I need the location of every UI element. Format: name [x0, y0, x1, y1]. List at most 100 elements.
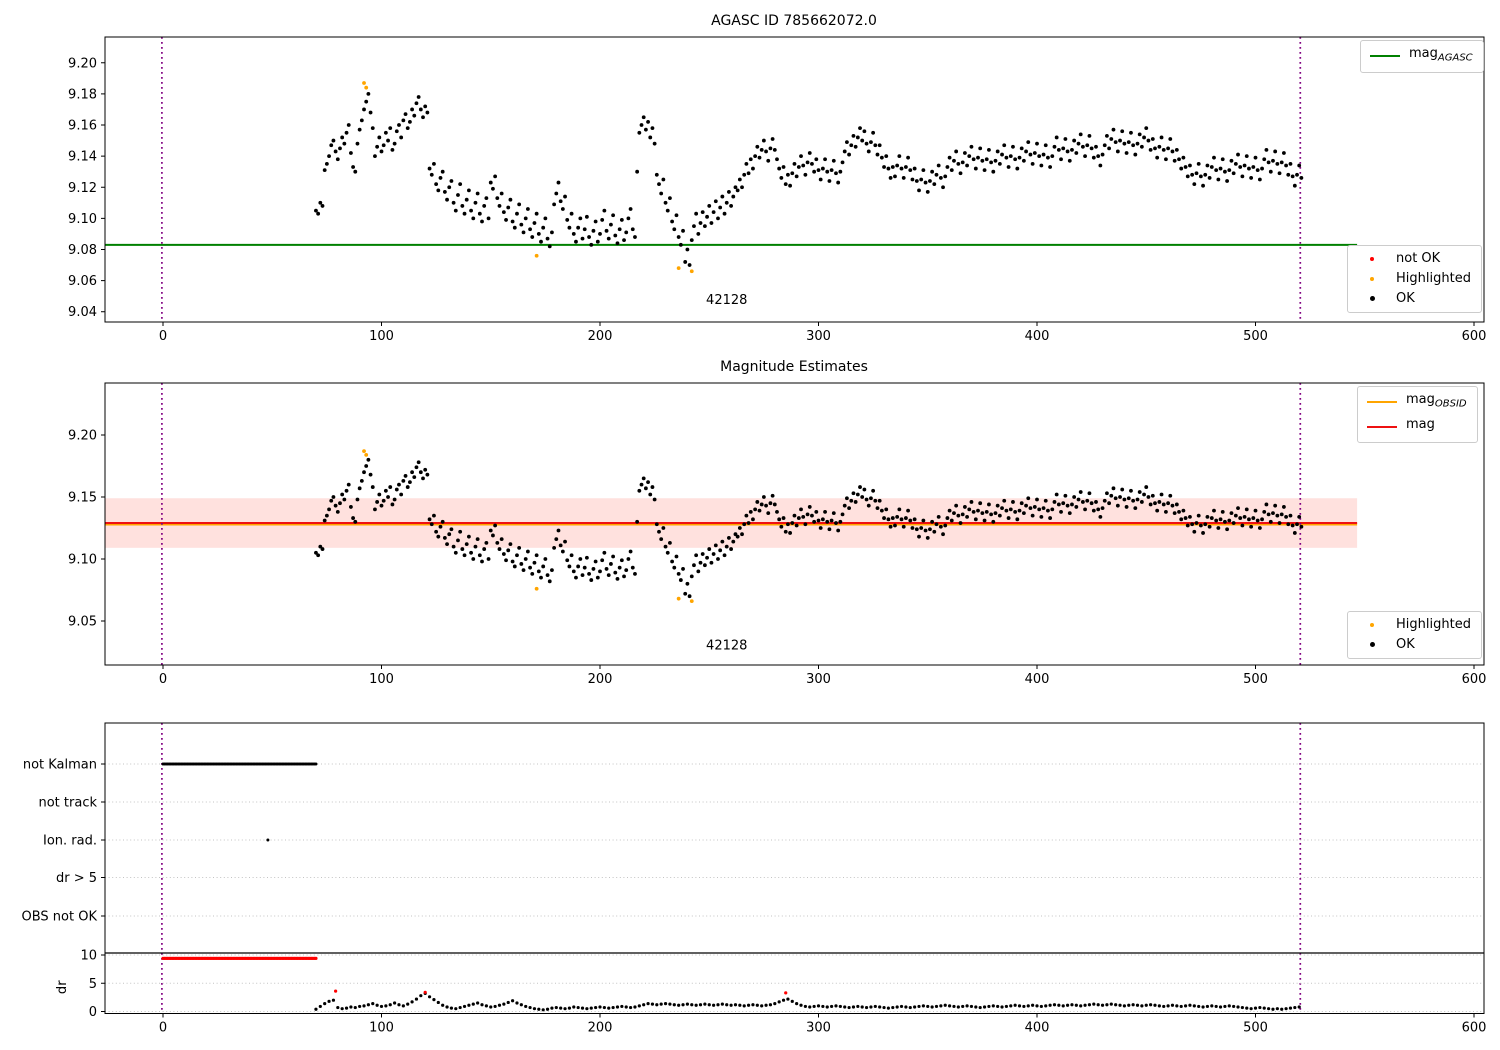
data-point — [1026, 496, 1031, 501]
data-point — [845, 140, 849, 145]
data-point — [383, 488, 388, 493]
data-point — [329, 143, 334, 148]
data-point — [445, 542, 449, 547]
data-point — [847, 506, 851, 511]
data-point — [921, 168, 926, 173]
data-point — [394, 487, 399, 492]
data-point — [779, 176, 784, 180]
data-point — [801, 514, 806, 519]
tick-label: 9.04 — [68, 305, 97, 320]
data-point — [685, 581, 690, 586]
data-point — [1113, 140, 1118, 145]
data-point — [375, 144, 380, 149]
data-point — [866, 149, 871, 154]
data-point — [375, 1003, 379, 1007]
data-point — [423, 990, 427, 994]
data-point — [1275, 1007, 1279, 1011]
data-point — [687, 594, 692, 599]
data-point — [462, 553, 467, 558]
data-point — [825, 1005, 829, 1009]
data-point — [359, 118, 364, 123]
data-point — [1223, 519, 1227, 524]
data-point — [547, 244, 552, 249]
data-point — [591, 228, 596, 233]
data-point — [394, 129, 399, 134]
data-point — [598, 569, 602, 574]
data-point — [567, 1006, 572, 1010]
data-point — [751, 517, 755, 522]
data-point — [1288, 513, 1293, 518]
data-point — [672, 1003, 676, 1007]
data-point — [877, 498, 882, 503]
data-point — [421, 476, 425, 481]
data-point — [633, 235, 637, 239]
data-point — [895, 1005, 899, 1009]
data-point — [646, 480, 650, 485]
data-point — [908, 168, 913, 173]
data-point — [1094, 500, 1098, 504]
data-point — [746, 171, 751, 176]
data-point — [960, 512, 965, 517]
tick-label: 9.20 — [68, 56, 97, 71]
data-point — [707, 547, 712, 551]
data-point — [995, 503, 1000, 508]
data-point — [654, 522, 659, 527]
data-point — [510, 999, 515, 1003]
data-point — [1126, 496, 1131, 501]
data-point — [624, 1005, 628, 1009]
data-point — [556, 180, 561, 185]
data-point — [945, 516, 950, 520]
data-point — [606, 236, 611, 241]
data-point — [366, 457, 371, 462]
tick-label: 9.20 — [68, 429, 97, 444]
data-point — [1223, 1004, 1227, 1009]
data-point — [569, 211, 574, 216]
data-point — [1113, 496, 1118, 501]
data-point — [879, 155, 884, 160]
data-point — [613, 570, 618, 575]
data-point — [1017, 155, 1022, 160]
data-point — [1032, 151, 1037, 155]
data-point — [906, 155, 910, 160]
data-point — [355, 141, 360, 146]
data-point — [1150, 493, 1155, 498]
data-point — [558, 199, 563, 204]
data-point — [1139, 144, 1144, 149]
data-point — [410, 107, 414, 112]
legend-label-ok-2: OK — [1396, 637, 1415, 652]
data-point — [996, 1004, 1000, 1009]
data-point — [1164, 509, 1168, 514]
data-point — [1251, 165, 1256, 169]
data-point — [1037, 154, 1042, 159]
data-point — [663, 200, 668, 205]
data-point — [1253, 155, 1258, 160]
data-point — [484, 540, 489, 545]
data-point — [340, 1007, 344, 1011]
data-point — [358, 1004, 362, 1009]
data-point — [436, 1000, 440, 1005]
data-point — [840, 160, 845, 165]
data-point — [1271, 511, 1275, 516]
data-point — [541, 564, 546, 569]
data-point — [639, 482, 644, 487]
data-point — [801, 163, 806, 168]
data-point — [864, 1005, 869, 1010]
tick-label: 500 — [1243, 672, 1268, 687]
data-point — [552, 545, 557, 550]
data-point — [1279, 160, 1284, 165]
data-point — [917, 1004, 921, 1009]
axes-frame — [104, 722, 1485, 1014]
data-point — [748, 509, 753, 514]
data-point — [506, 205, 511, 210]
data-point — [593, 219, 598, 224]
data-point — [495, 540, 500, 545]
data-point — [1118, 138, 1122, 143]
data-point — [320, 547, 325, 551]
data-point — [1282, 505, 1286, 509]
data-point — [882, 1005, 886, 1010]
data-point — [486, 216, 491, 221]
data-point — [759, 148, 764, 152]
flag-row-label: OBS not OK — [22, 910, 98, 925]
data-point — [938, 176, 943, 180]
data-point — [1159, 135, 1164, 140]
